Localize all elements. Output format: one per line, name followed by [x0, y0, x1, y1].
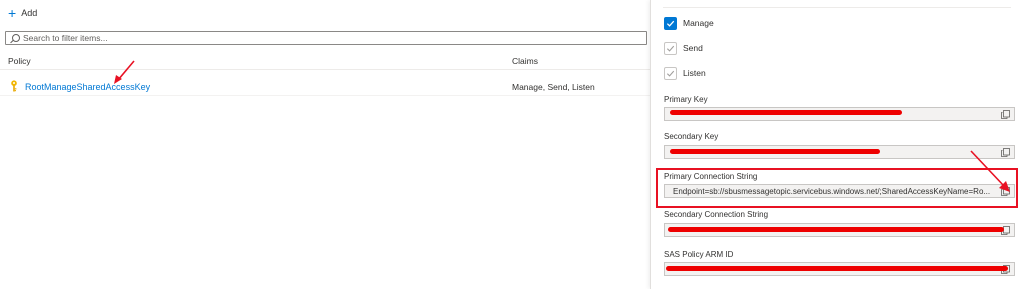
add-label: Add	[21, 8, 38, 18]
secondary-connection-string-label: Secondary Connection String	[664, 210, 769, 219]
redaction-mark	[666, 266, 1008, 271]
checkbox-label: Send	[683, 43, 703, 53]
checkbox-checked-icon[interactable]	[664, 66, 677, 80]
redaction-mark	[668, 227, 1004, 232]
secondary-key-label: Secondary Key	[664, 132, 719, 141]
primary-key-label: Primary Key	[664, 95, 708, 104]
divider	[663, 7, 1011, 8]
copy-icon[interactable]	[1001, 187, 1010, 196]
checkbox-checked-icon[interactable]	[664, 41, 677, 55]
plus-icon: +	[8, 5, 17, 21]
checkbox-checked-icon[interactable]	[664, 16, 677, 30]
copy-icon[interactable]	[1001, 148, 1010, 157]
add-button[interactable]: + Add	[8, 6, 37, 20]
copy-icon[interactable]	[1001, 110, 1010, 119]
policy-list-pane: + Add Policy Claims RootManageSharedAcce…	[0, 0, 650, 289]
filter-input[interactable]	[23, 33, 623, 43]
column-header-claims[interactable]: Claims	[512, 56, 538, 66]
column-header-policy[interactable]: Policy	[8, 56, 31, 66]
table-row[interactable]: RootManageSharedAccessKey Manage, Send, …	[0, 78, 650, 96]
filter-box[interactable]	[5, 31, 647, 45]
checkbox-label: Manage	[683, 18, 714, 28]
policy-link[interactable]: RootManageSharedAccessKey	[25, 82, 150, 92]
redaction-mark	[670, 149, 880, 154]
claims-cell: Manage, Send, Listen	[512, 82, 595, 92]
checkbox-manage[interactable]: Manage	[664, 16, 714, 30]
primary-connection-string-label: Primary Connection String	[664, 172, 758, 181]
primary-connection-string-value: Endpoint=sb://sbusmessagetopic.servicebu…	[673, 186, 991, 196]
primary-connection-string-field[interactable]: Endpoint=sb://sbusmessagetopic.servicebu…	[664, 184, 1015, 198]
policy-detail-panel: Manage Send Listen Primary Key Secondary…	[650, 0, 1024, 289]
checkbox-send[interactable]: Send	[664, 41, 703, 55]
key-icon	[11, 80, 17, 92]
checkbox-label: Listen	[683, 68, 706, 78]
sas-policy-arm-id-label: SAS Policy ARM ID	[664, 250, 734, 259]
search-icon	[10, 33, 20, 43]
redaction-mark	[670, 110, 902, 115]
table-header: Policy Claims	[0, 52, 650, 70]
checkbox-listen[interactable]: Listen	[664, 66, 706, 80]
